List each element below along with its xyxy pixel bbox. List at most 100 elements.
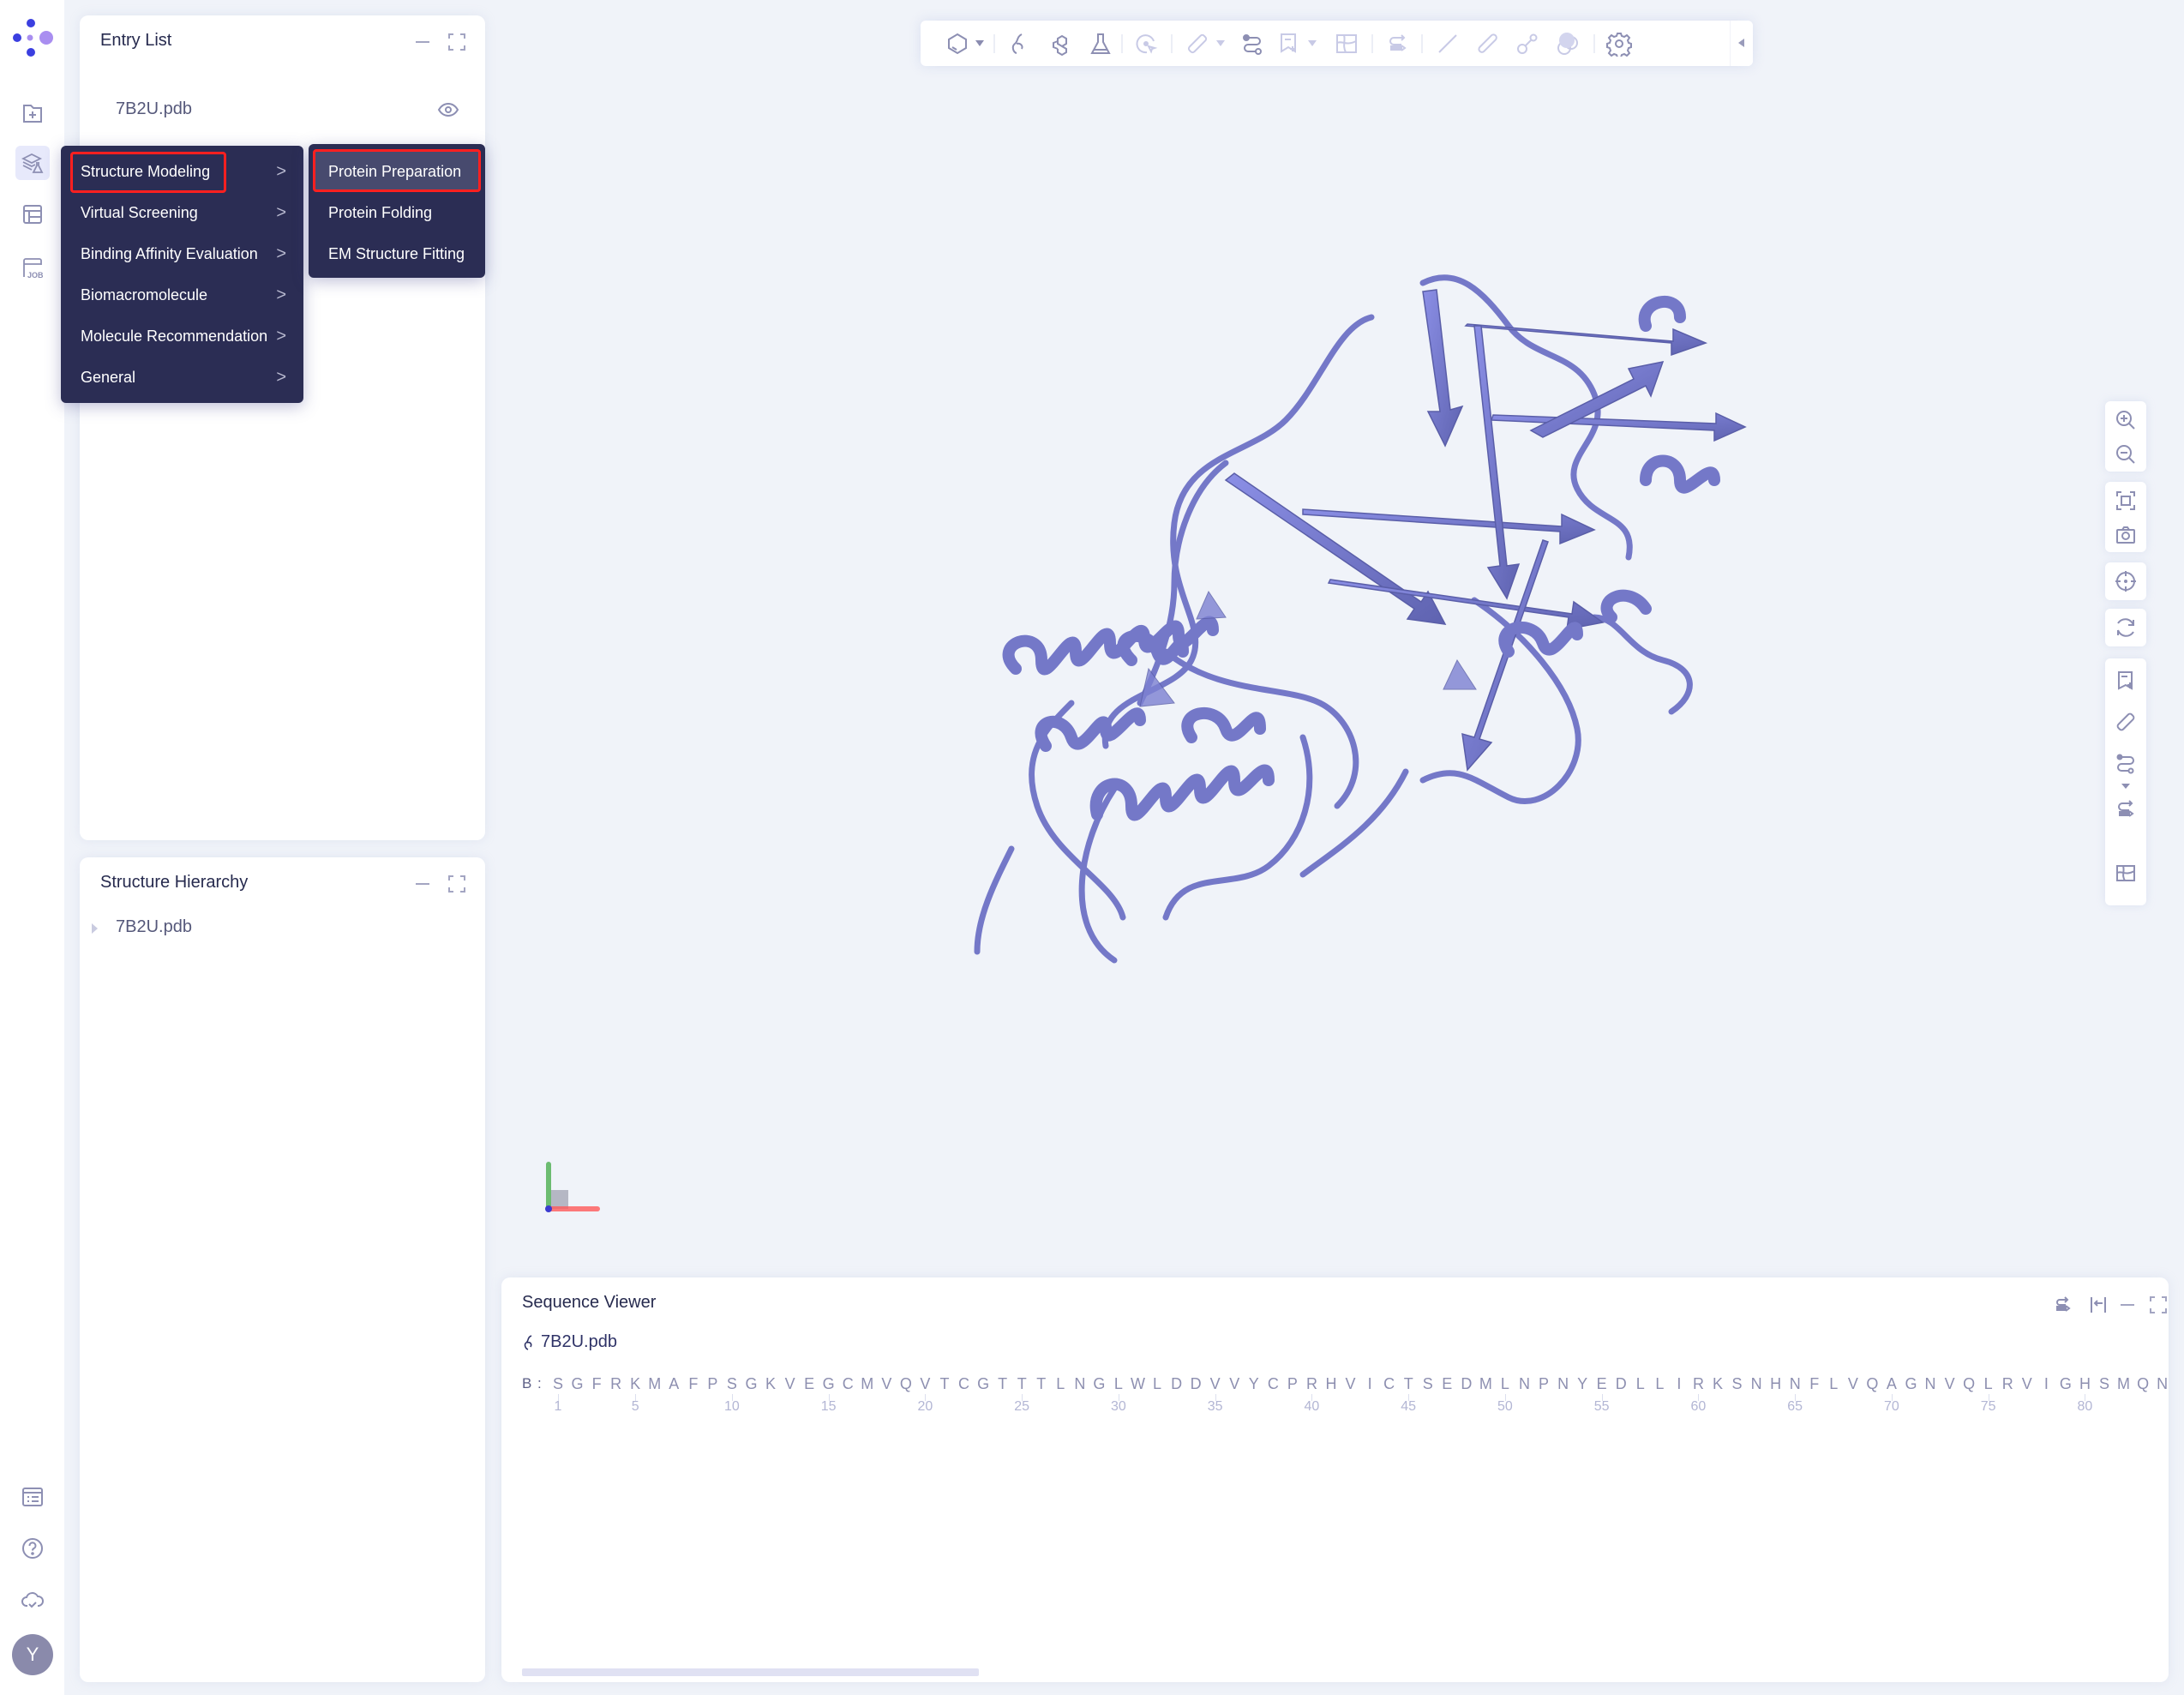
- surface-map-icon[interactable]: [2114, 861, 2138, 885]
- residue[interactable]: N: [1749, 1375, 1764, 1393]
- sequence-file[interactable]: 7B2U.pdb: [522, 1332, 617, 1352]
- bookmark-add-icon[interactable]: [2114, 669, 2138, 693]
- residue[interactable]: G: [570, 1375, 585, 1393]
- residue[interactable]: Q: [1864, 1375, 1880, 1393]
- residue[interactable]: G: [2058, 1375, 2073, 1393]
- minimize-icon[interactable]: [2117, 1295, 2138, 1315]
- residue[interactable]: Y: [1246, 1375, 1262, 1393]
- settings-icon[interactable]: [1606, 31, 1632, 58]
- residue[interactable]: C: [840, 1375, 855, 1393]
- residue[interactable]: M: [647, 1375, 663, 1393]
- menu-item-virtual-screening[interactable]: Virtual Screening >: [61, 192, 303, 233]
- residue[interactable]: C: [1265, 1375, 1281, 1393]
- caret-down-icon[interactable]: [975, 40, 984, 46]
- residue[interactable]: L: [1053, 1375, 1068, 1393]
- residue[interactable]: G: [821, 1375, 837, 1393]
- residue[interactable]: V: [1845, 1375, 1861, 1393]
- help-icon[interactable]: [15, 1531, 50, 1566]
- residue[interactable]: M: [860, 1375, 875, 1393]
- residue[interactable]: F: [686, 1375, 701, 1393]
- residue[interactable]: S: [550, 1375, 566, 1393]
- maximize-icon[interactable]: [447, 33, 466, 51]
- residue[interactable]: H: [1768, 1375, 1784, 1393]
- protein-icon[interactable]: [1006, 31, 1032, 57]
- residue[interactable]: T: [995, 1375, 1011, 1393]
- residue[interactable]: V: [1208, 1375, 1223, 1393]
- horizontal-scrollbar[interactable]: [522, 1668, 979, 1676]
- eye-icon[interactable]: [437, 101, 459, 118]
- avatar[interactable]: Y: [12, 1634, 53, 1675]
- residue[interactable]: S: [1730, 1375, 1745, 1393]
- residue[interactable]: N: [1556, 1375, 1571, 1393]
- residue[interactable]: L: [1633, 1375, 1648, 1393]
- ruler-icon[interactable]: [2114, 710, 2138, 734]
- residue[interactable]: N: [1517, 1375, 1533, 1393]
- minimize-icon[interactable]: [413, 33, 432, 51]
- align-icon[interactable]: [2114, 797, 2138, 821]
- residue[interactable]: L: [1149, 1375, 1165, 1393]
- entry-item[interactable]: 7B2U.pdb: [116, 99, 192, 119]
- residue[interactable]: L: [1981, 1375, 1996, 1393]
- residue[interactable]: F: [1807, 1375, 1822, 1393]
- surface-map-icon[interactable]: [1334, 31, 1359, 57]
- stick-icon[interactable]: [1475, 31, 1501, 57]
- menu-item-molecule-recommendation[interactable]: Molecule Recommendation >: [61, 316, 303, 357]
- spacefill-icon[interactable]: [1555, 31, 1581, 57]
- residue[interactable]: R: [2000, 1375, 2015, 1393]
- center-icon[interactable]: [2114, 569, 2138, 593]
- ball-stick-icon[interactable]: [1515, 31, 1540, 57]
- residue[interactable]: V: [1227, 1375, 1242, 1393]
- maximize-icon[interactable]: [2148, 1295, 2169, 1315]
- residue[interactable]: A: [1884, 1375, 1899, 1393]
- residue[interactable]: E: [801, 1375, 817, 1393]
- job-icon[interactable]: JOB: [15, 250, 50, 285]
- residue[interactable]: L: [1826, 1375, 1841, 1393]
- residue[interactable]: T: [1034, 1375, 1049, 1393]
- residue[interactable]: V: [917, 1375, 933, 1393]
- residue[interactable]: M: [2116, 1375, 2132, 1393]
- ruler-icon[interactable]: [1185, 31, 1210, 57]
- protein-structure-render[interactable]: [943, 257, 1766, 1072]
- residue[interactable]: K: [1710, 1375, 1725, 1393]
- residue[interactable]: M: [1478, 1375, 1493, 1393]
- caret-down-icon[interactable]: [1216, 40, 1225, 46]
- layout-icon[interactable]: [15, 197, 50, 231]
- residue[interactable]: H: [2077, 1375, 2092, 1393]
- residue[interactable]: S: [724, 1375, 740, 1393]
- residue[interactable]: P: [1285, 1375, 1300, 1393]
- residue[interactable]: V: [783, 1375, 798, 1393]
- task-list-icon[interactable]: [15, 1480, 50, 1514]
- residue[interactable]: P: [1536, 1375, 1551, 1393]
- molecule-style-icon[interactable]: [945, 31, 970, 57]
- residue[interactable]: V: [1343, 1375, 1359, 1393]
- residue[interactable]: D: [1188, 1375, 1203, 1393]
- maximize-icon[interactable]: [447, 875, 466, 893]
- select-target-icon[interactable]: [1133, 31, 1159, 57]
- residue[interactable]: D: [1459, 1375, 1474, 1393]
- residue[interactable]: I: [1671, 1375, 1687, 1393]
- residue[interactable]: Q: [898, 1375, 914, 1393]
- rotate-icon[interactable]: [2114, 616, 2138, 640]
- residue[interactable]: S: [2097, 1375, 2112, 1393]
- ligand-icon[interactable]: [1047, 31, 1073, 57]
- residue[interactable]: D: [1613, 1375, 1629, 1393]
- app-logo[interactable]: [10, 15, 55, 60]
- align-icon[interactable]: [1384, 31, 1410, 57]
- residue[interactable]: R: [609, 1375, 624, 1393]
- wrap-icon[interactable]: [2088, 1295, 2109, 1315]
- path-icon[interactable]: [1239, 31, 1265, 57]
- folder-plus-icon[interactable]: [15, 96, 50, 130]
- residue[interactable]: L: [1652, 1375, 1667, 1393]
- residue[interactable]: G: [744, 1375, 759, 1393]
- residue[interactable]: A: [666, 1375, 681, 1393]
- menu-item-biomacromolecule[interactable]: Biomacromolecule >: [61, 274, 303, 316]
- residue[interactable]: T: [1014, 1375, 1029, 1393]
- residue[interactable]: L: [1111, 1375, 1126, 1393]
- cloud-check-icon[interactable]: [15, 1583, 50, 1617]
- residue[interactable]: R: [1304, 1375, 1319, 1393]
- flask-icon[interactable]: [1088, 31, 1113, 57]
- residue[interactable]: W: [1131, 1375, 1146, 1393]
- residue[interactable]: Y: [1575, 1375, 1590, 1393]
- residue[interactable]: T: [1401, 1375, 1416, 1393]
- residue[interactable]: L: [1497, 1375, 1513, 1393]
